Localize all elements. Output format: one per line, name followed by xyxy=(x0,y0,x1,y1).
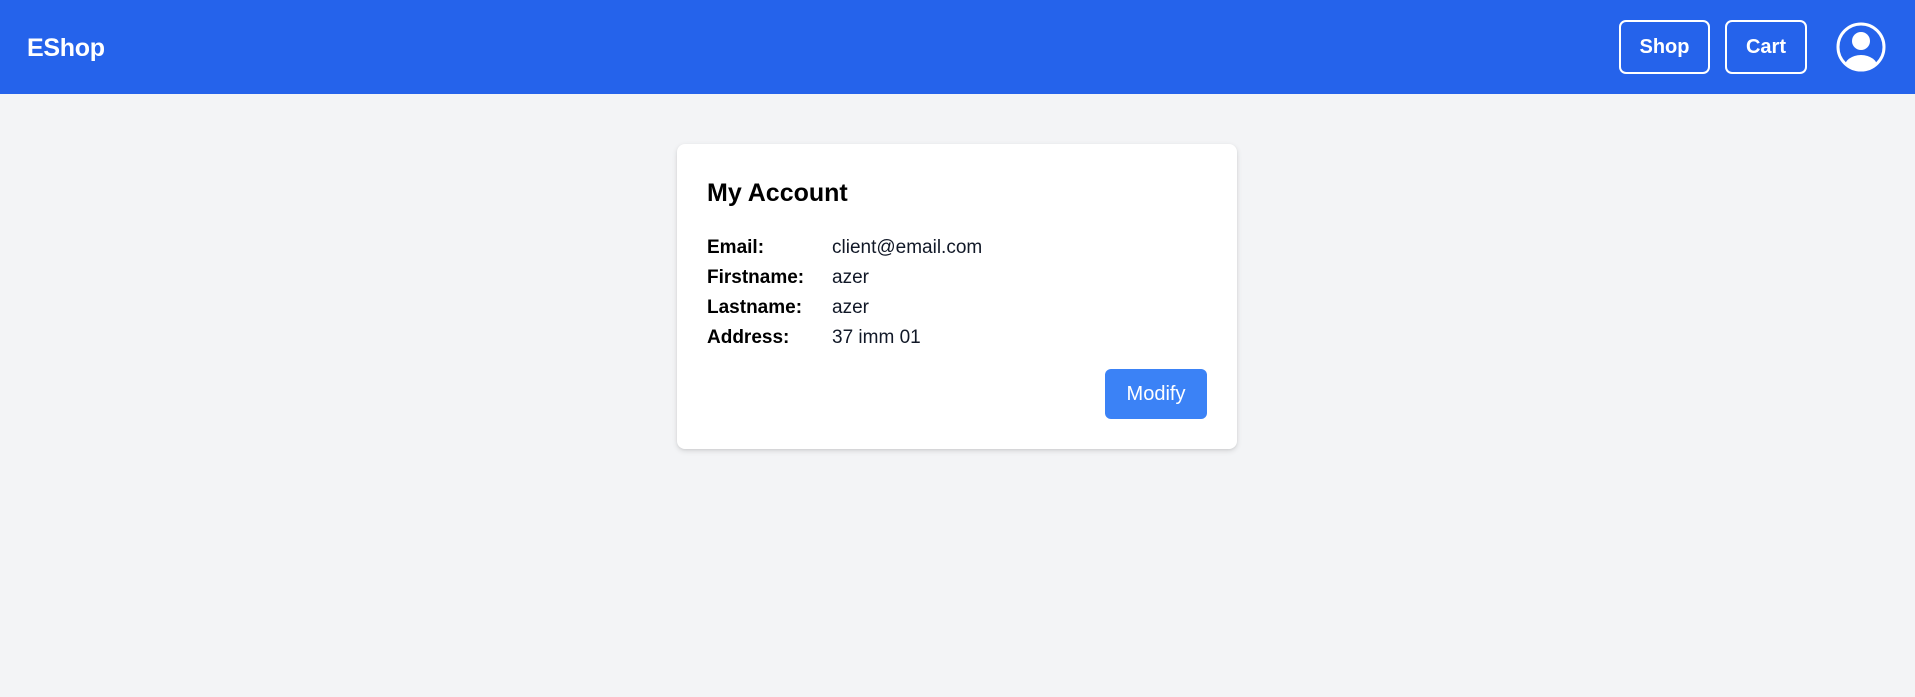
firstname-value: azer xyxy=(832,267,869,288)
address-value: 37 imm 01 xyxy=(832,327,921,348)
top-navbar: EShop Shop Cart xyxy=(0,0,1915,94)
lastname-value: azer xyxy=(832,297,869,318)
email-label: Email: xyxy=(707,237,765,258)
account-title: My Account xyxy=(707,179,848,207)
shop-button[interactable]: Shop xyxy=(1619,20,1710,74)
account-card: My Account Email: client@email.com First… xyxy=(677,144,1237,449)
brand-logo[interactable]: EShop xyxy=(27,31,105,65)
modify-button[interactable]: Modify xyxy=(1105,369,1207,419)
lastname-label: Lastname: xyxy=(707,297,803,318)
address-label: Address: xyxy=(707,327,790,348)
cart-button[interactable]: Cart xyxy=(1725,20,1807,74)
firstname-label: Firstname: xyxy=(707,267,805,288)
user-circle-icon[interactable] xyxy=(1836,22,1886,72)
email-value: client@email.com xyxy=(832,237,983,258)
account-avatar-svg xyxy=(1836,22,1886,72)
